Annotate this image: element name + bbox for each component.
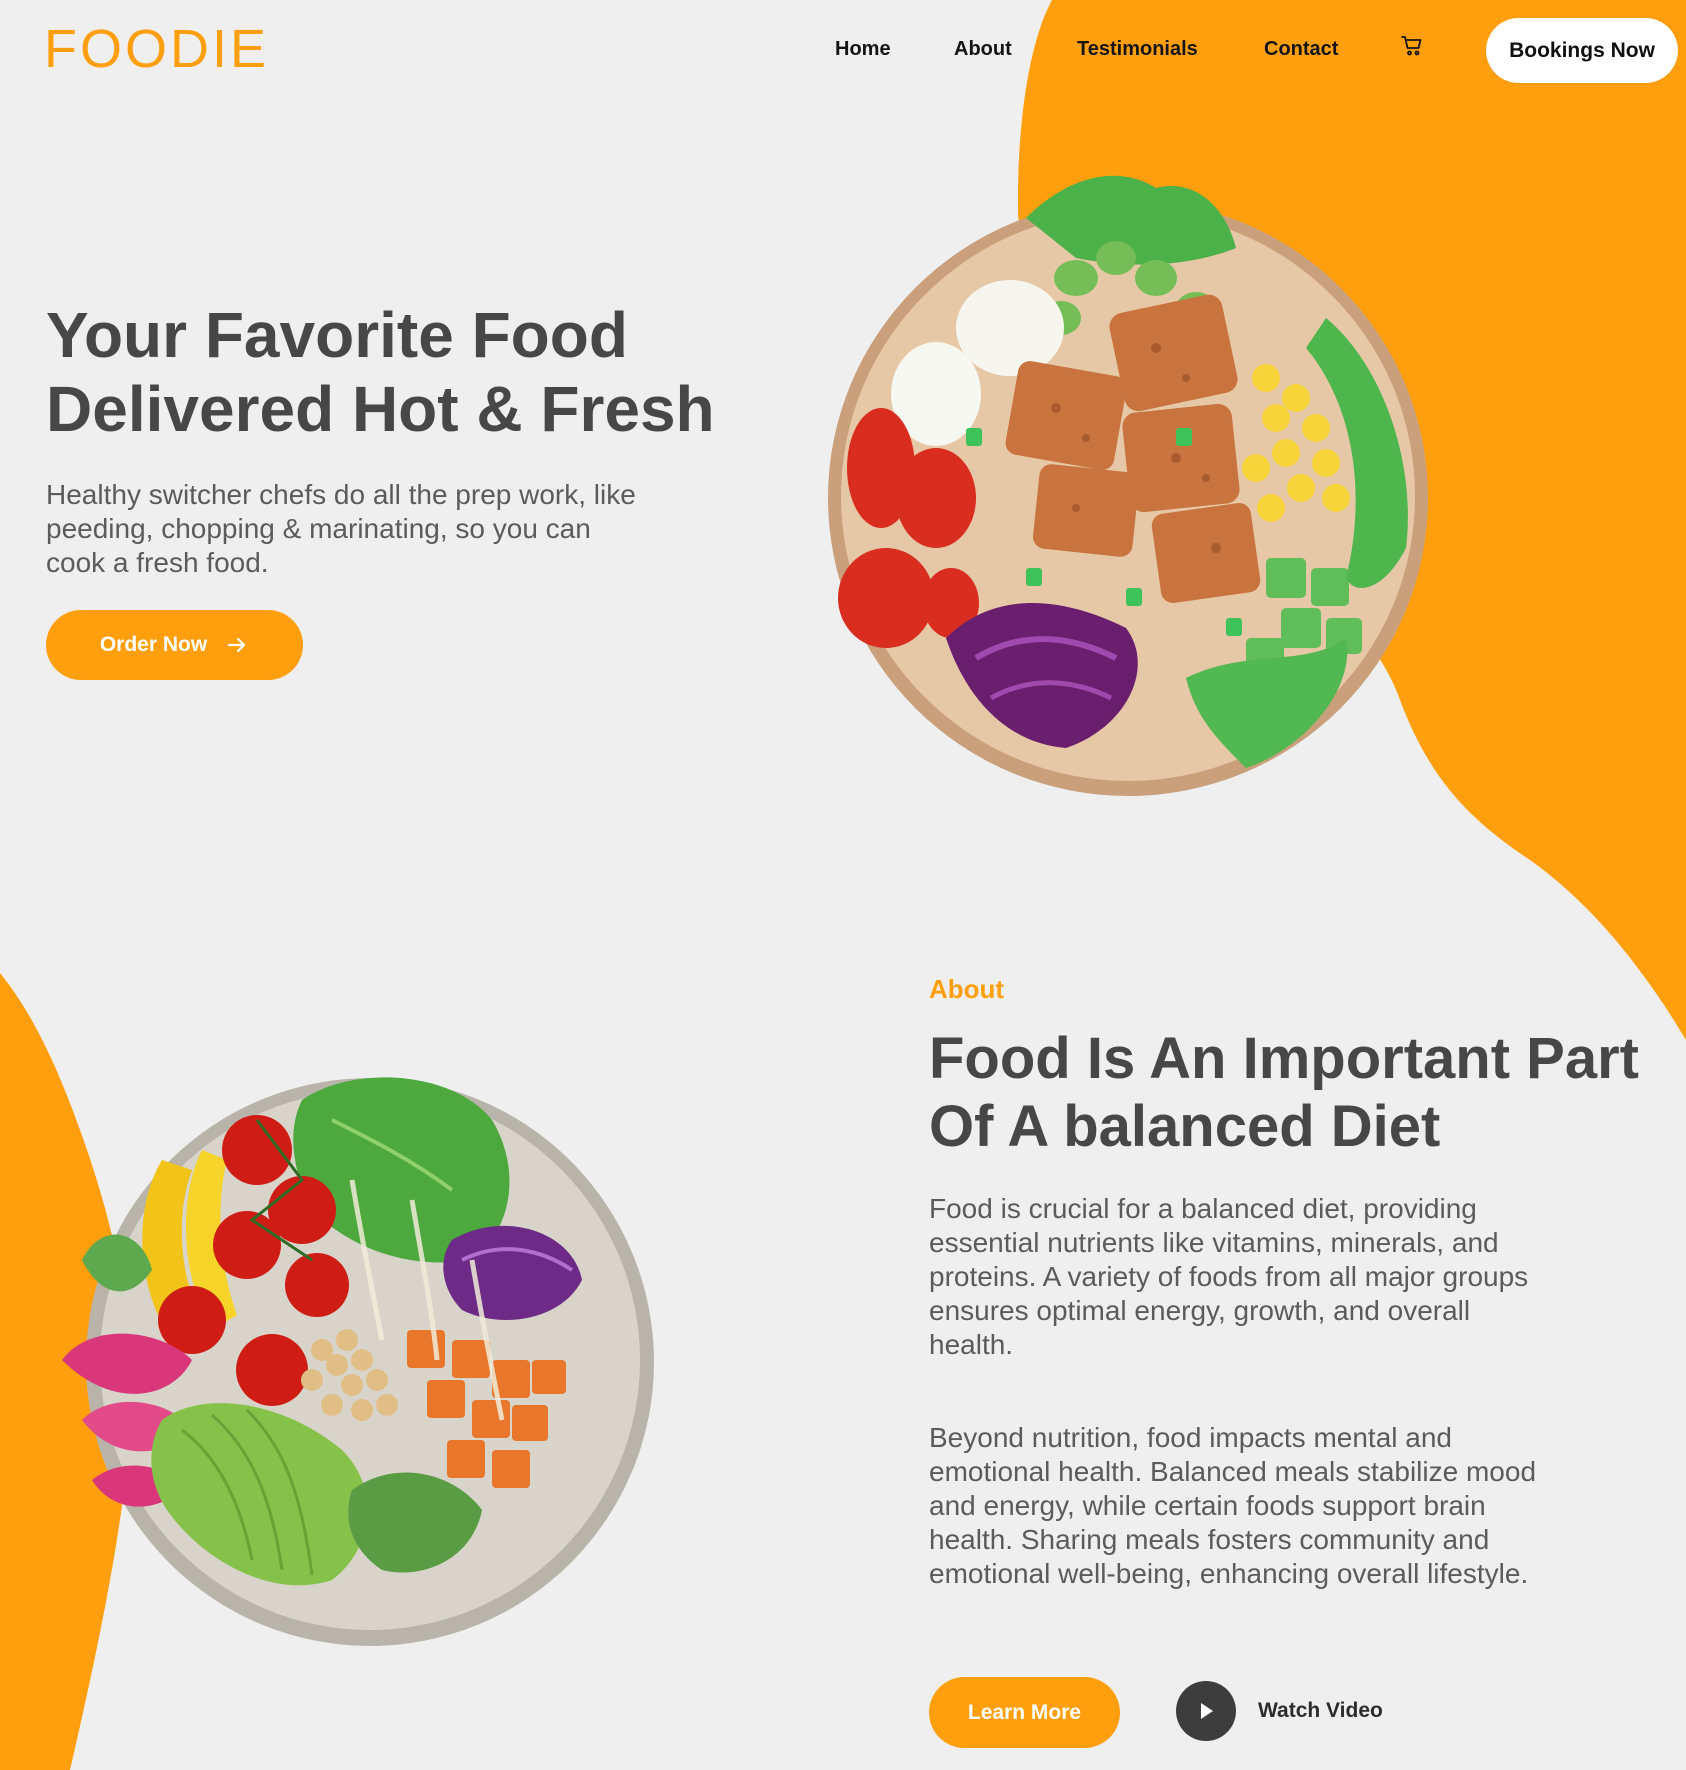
order-now-label: Order Now xyxy=(99,633,208,656)
watch-video-button[interactable]: Watch Video xyxy=(1176,1681,1383,1741)
hero-subtitle: Healthy switcher chefs do all the prep w… xyxy=(46,479,636,578)
arrow-right-icon xyxy=(228,637,246,653)
salad-bowl-image-about xyxy=(62,1077,654,1646)
brand-logo[interactable]: FOODIE xyxy=(44,18,269,80)
learn-more-button[interactable]: Learn More xyxy=(929,1677,1120,1748)
about-paragraph-1: Food is crucial for a balanced diet, pro… xyxy=(929,1193,1529,1360)
bookings-now-button[interactable]: Bookings Now xyxy=(1486,18,1678,83)
about-paragraph-2: Beyond nutrition, food impacts mental an… xyxy=(929,1422,1537,1589)
nav-item-testimonials[interactable]: Testimonials xyxy=(1077,38,1198,61)
nav-item-about[interactable]: About xyxy=(954,38,1012,61)
salad-bowl-image-hero xyxy=(828,175,1428,796)
about-label: About xyxy=(929,974,1005,1004)
nav-item-contact[interactable]: Contact xyxy=(1264,38,1338,61)
play-button[interactable] xyxy=(1176,1681,1236,1741)
play-icon xyxy=(1201,1703,1213,1719)
watch-video-label: Watch Video xyxy=(1258,1699,1383,1722)
nav-item-home[interactable]: Home xyxy=(835,38,891,61)
order-now-button[interactable]: Order Now xyxy=(46,610,303,680)
hero-title: Your Favorite Food Delivered Hot & Fresh xyxy=(46,299,715,445)
about-title: Food Is An Important Part Of A balanced … xyxy=(929,1026,1639,1159)
cart-icon[interactable] xyxy=(1400,34,1424,58)
